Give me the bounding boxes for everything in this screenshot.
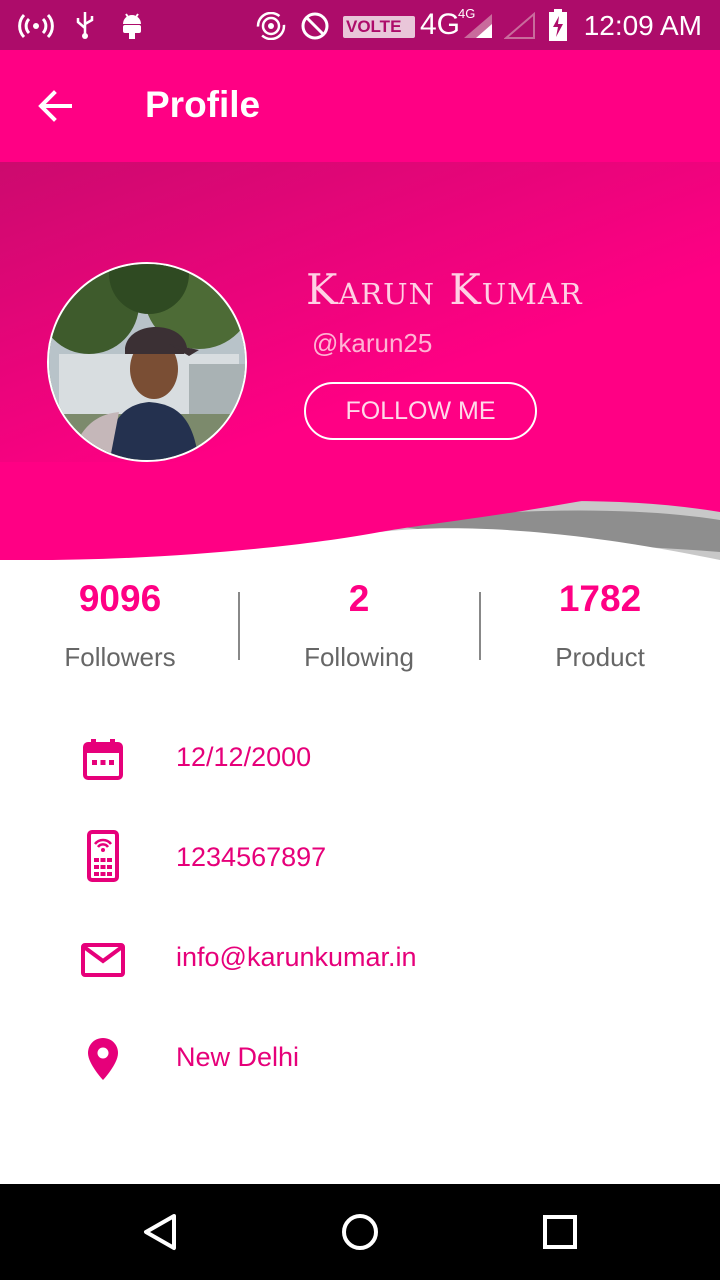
info-row-email: info@karunkumar.in [0, 928, 720, 988]
location-pin-icon [88, 1038, 118, 1080]
page-title: Profile [145, 84, 261, 125]
phone-icon [87, 830, 119, 882]
follow-button[interactable]: FOLLOW ME [304, 382, 537, 440]
info-row-phone: 1234567897 [0, 828, 720, 888]
stat-value: 2 [348, 578, 370, 619]
email-text: info@karunkumar.in [176, 942, 417, 972]
stat-label: Followers [64, 642, 176, 672]
avatar[interactable] [47, 262, 247, 462]
recents-square-icon[interactable] [534, 1206, 586, 1258]
profile-photo [49, 264, 245, 460]
home-circle-icon[interactable] [334, 1206, 386, 1258]
location-text: New Delhi [176, 1042, 300, 1072]
android-icon [123, 13, 141, 39]
header-wave [0, 462, 720, 582]
volte-badge: VOLTE 1 [343, 16, 415, 58]
hotspot-icon [18, 13, 54, 39]
navigation-bar [0, 1184, 720, 1280]
phone-text: 1234567897 [176, 842, 327, 872]
profile-handle: @karun25 [312, 328, 433, 358]
signal-empty-icon [504, 12, 535, 39]
arrow-back-icon[interactable] [30, 80, 82, 132]
stat-label: Product [555, 642, 645, 672]
calendar-icon [83, 739, 123, 780]
profile-name: Karun Kumar [306, 265, 583, 314]
email-icon [81, 943, 125, 977]
usb-icon [76, 12, 94, 39]
wifi-calling-icon [256, 12, 286, 40]
stat-following[interactable]: 2 Following [239, 578, 479, 673]
status-time: 12:09 AM [583, 10, 702, 41]
battery-charging-icon [549, 9, 567, 41]
stat-value: 9096 [78, 578, 162, 619]
info-row-birthdate: 12/12/2000 [0, 728, 720, 788]
app-bar: Profile [0, 50, 720, 162]
network-type: 4G [420, 8, 461, 41]
stat-followers[interactable]: 9096 Followers [0, 578, 240, 673]
stat-label: Following [304, 642, 414, 672]
signal-icon [464, 14, 492, 38]
info-row-location: New Delhi [0, 1028, 720, 1088]
stat-value: 1782 [558, 578, 642, 619]
birthdate-text: 12/12/2000 [176, 742, 312, 772]
do-not-disturb-icon [301, 12, 329, 40]
status-bar: VOLTE 1 4G 4G 12:09 AM [0, 0, 720, 58]
back-triangle-icon[interactable] [134, 1206, 186, 1258]
stat-product[interactable]: 1782 Product [480, 578, 720, 673]
